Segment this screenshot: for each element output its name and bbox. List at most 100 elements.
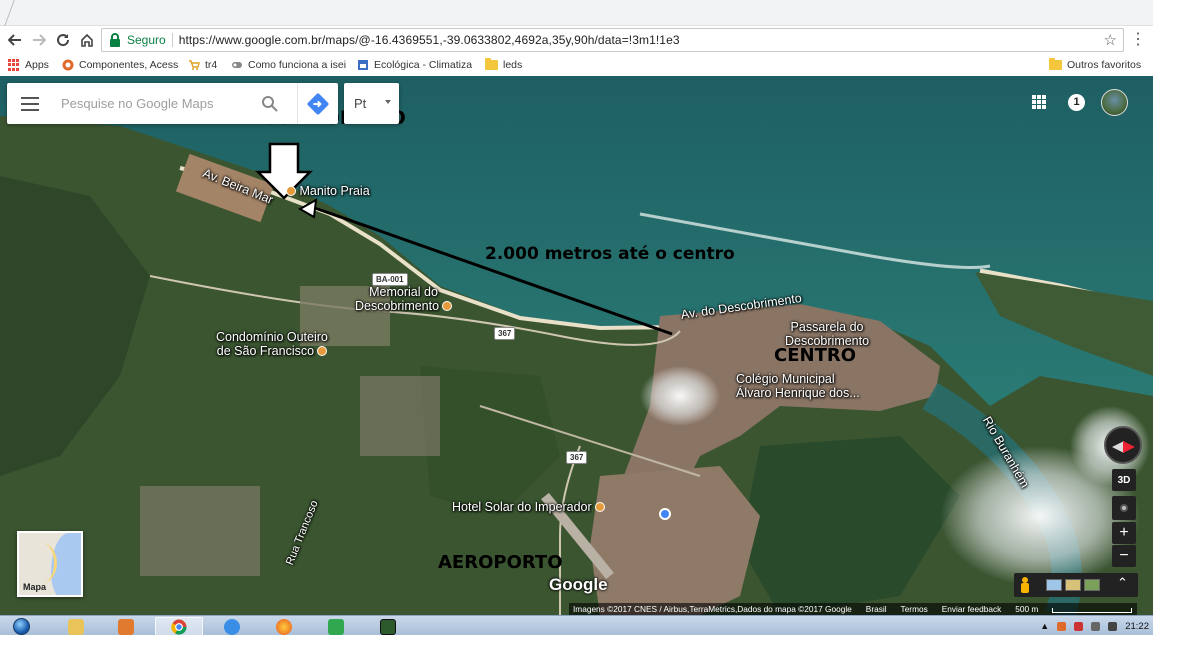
poi-pin-icon	[442, 301, 453, 311]
tray-security-icon[interactable]	[1074, 621, 1084, 631]
network-icon[interactable]	[1108, 621, 1118, 631]
search-icon[interactable]	[261, 95, 278, 112]
poi-passarela[interactable]: Passarela do Descobrimento	[785, 320, 869, 348]
start-button[interactable]	[4, 616, 38, 635]
site-favicon	[232, 62, 242, 68]
firefox-icon	[276, 618, 292, 635]
back-arrow-icon	[8, 34, 21, 46]
poi-label-line: Condomínio Outeiro	[216, 330, 328, 344]
imagery-thumbnail[interactable]	[1084, 579, 1100, 591]
imagery-bar: ⌃	[1014, 573, 1138, 597]
poi-colegio[interactable]: Colégio Municipal Álvaro Henrique dos...	[736, 372, 860, 400]
search-input[interactable]	[61, 96, 251, 111]
tab-edge	[0, 0, 15, 26]
poi-memorial[interactable]: Memorial do Descobrimento	[355, 285, 453, 313]
poi-manito-praia[interactable]: Manito Praia	[283, 184, 370, 198]
scale-label: 500 m	[1015, 604, 1039, 614]
map-attribution: Imagens ©2017 CNES / Airbus,TerraMetrics…	[569, 603, 1137, 615]
bookmark-label: Componentes, Acess	[79, 59, 179, 71]
compass-control[interactable]	[1104, 426, 1142, 464]
avatar[interactable]	[1101, 89, 1128, 116]
compass-needle-icon	[1123, 441, 1135, 453]
google-logo: Google	[549, 575, 608, 594]
poi-condominio-outeiro[interactable]: Condomínio Outeiro de São Francisco	[216, 330, 328, 358]
imagery-thumbnail[interactable]	[1065, 579, 1081, 591]
media-player-icon	[118, 618, 134, 635]
poi-hotel-solar[interactable]: Hotel Solar do Imperador	[452, 500, 605, 514]
taskbar-recycle[interactable]	[312, 617, 360, 635]
bookmark-label: Apps	[25, 59, 49, 71]
poi-label: Manito Praia	[299, 184, 370, 198]
site-favicon	[358, 60, 368, 70]
directions-button[interactable]: ➜	[297, 83, 338, 124]
taskbar-media-player[interactable]	[102, 617, 150, 635]
zoom-out-button[interactable]: −	[1112, 545, 1136, 567]
taskbar-clock[interactable]: 21:22	[1125, 621, 1149, 632]
bookmark-outros-favoritos[interactable]: Outros favoritos	[1049, 57, 1141, 73]
satellite-imagery	[0, 76, 1153, 615]
bookmark-ecologica[interactable]: Ecológica - Climatiza	[357, 57, 472, 73]
menu-icon[interactable]	[21, 96, 39, 111]
folder-icon	[485, 58, 498, 70]
folder-icon	[68, 618, 84, 635]
tray-app-icon[interactable]	[1057, 621, 1067, 631]
browser-menu-icon[interactable]: ⋮	[1130, 30, 1146, 50]
poi-pin-icon	[317, 346, 328, 356]
bookmark-star-icon[interactable]: ☆	[1104, 31, 1117, 49]
taskbar-internet-explorer[interactable]	[208, 617, 256, 635]
forward-button[interactable]	[28, 29, 50, 51]
chevron-up-icon[interactable]: ⌃	[1117, 575, 1128, 591]
taskbar-terminal[interactable]	[364, 617, 412, 635]
screenshot: Seguro https://www.google.com.br/maps/@-…	[0, 0, 1153, 635]
omnibox-separator	[171, 33, 173, 47]
poi-pin-icon	[286, 186, 296, 196]
satellite-map[interactable]: Av. Beira Mar Manito Praia BA-001 Memori…	[0, 76, 1153, 615]
poi-label-line: Memorial do	[369, 285, 438, 299]
volume-icon[interactable]	[1091, 621, 1101, 631]
maps-search-box: ➜	[7, 83, 338, 124]
home-button[interactable]	[76, 29, 98, 51]
taskbar-chrome[interactable]	[155, 617, 203, 635]
google-apps-icon[interactable]	[1032, 95, 1046, 109]
system-tray: ▲ 21:22	[1040, 616, 1149, 635]
tray-chevron-up-icon[interactable]: ▲	[1040, 621, 1049, 631]
poi-label-line: Passarela do	[790, 320, 864, 334]
page-margin-bottom	[0, 635, 1200, 646]
bookmarks-bar: Apps Componentes, Acess tr4 Como funcion…	[0, 54, 1153, 76]
secure-label: Seguro	[127, 33, 166, 47]
reload-button[interactable]	[52, 29, 74, 51]
forward-arrow-icon	[33, 34, 46, 46]
taskbar-explorer[interactable]	[52, 617, 100, 635]
location-icon	[1120, 504, 1128, 512]
poi-label-line: de São Francisco	[216, 344, 315, 358]
pegman-icon[interactable]	[1020, 577, 1030, 593]
notifications-badge[interactable]: 1	[1068, 94, 1085, 111]
chrome-icon	[171, 619, 187, 635]
internet-explorer-icon	[224, 618, 240, 635]
terms-link[interactable]: Termos	[901, 604, 928, 614]
address-bar[interactable]: Seguro https://www.google.com.br/maps/@-…	[101, 28, 1124, 52]
page-margin-right	[1153, 0, 1200, 646]
scale-bar	[1052, 607, 1133, 613]
tilt-3d-button[interactable]: 3D	[1112, 469, 1136, 491]
bookmark-leds[interactable]: leds	[485, 57, 522, 73]
imagery-thumbnail[interactable]	[1046, 579, 1062, 591]
bookmark-label: Como funciona a isei	[248, 59, 347, 71]
back-button[interactable]	[4, 29, 26, 51]
url-text: https://www.google.com.br/maps/@-16.4369…	[178, 33, 680, 47]
annotation-aeroporto: AEROPORTO	[438, 552, 563, 573]
map-layer-toggle[interactable]: Mapa	[17, 531, 83, 597]
minimap-road	[27, 543, 57, 583]
my-location-button[interactable]	[1112, 496, 1136, 520]
bookmark-tr4[interactable]: tr4	[188, 57, 217, 73]
bookmark-apps[interactable]: Apps	[8, 57, 49, 73]
zoom-in-button[interactable]: +	[1112, 522, 1136, 544]
country-link[interactable]: Brasil	[866, 604, 887, 614]
poi-pin-icon	[594, 502, 605, 512]
road-shield: 367	[494, 327, 516, 340]
language-select[interactable]: Pt	[344, 83, 399, 124]
bookmark-como-funciona[interactable]: Como funciona a isei	[231, 57, 346, 73]
taskbar-firefox[interactable]	[260, 617, 308, 635]
bookmark-componentes[interactable]: Componentes, Acess	[62, 57, 178, 73]
feedback-link[interactable]: Enviar feedback	[942, 604, 1002, 614]
